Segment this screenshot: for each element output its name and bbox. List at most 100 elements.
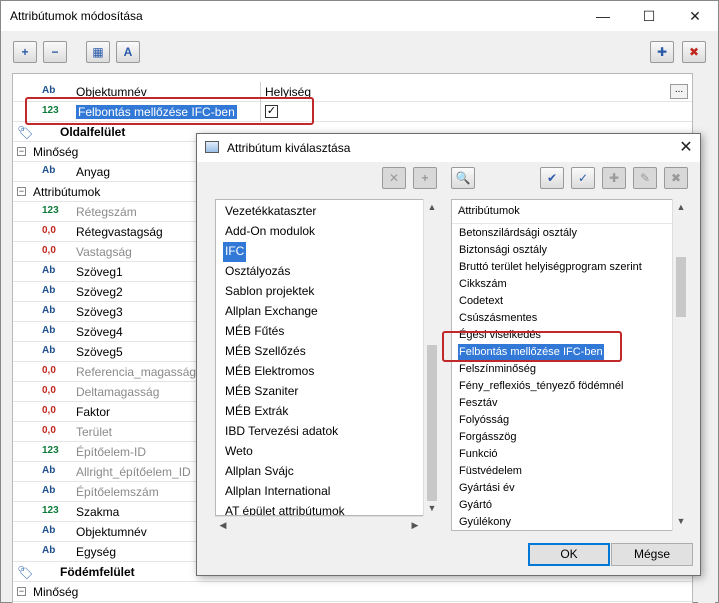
category-item[interactable]: MÉB Fűtés bbox=[223, 322, 286, 342]
group-quality-2[interactable]: − Minőség bbox=[13, 582, 692, 602]
attribute-choice-item[interactable]: Gyúlékony bbox=[458, 514, 512, 530]
scroll-up-icon[interactable]: ▲ bbox=[673, 199, 689, 215]
attribute-choice-item[interactable]: Füstvédelem bbox=[458, 463, 523, 480]
category-item[interactable]: MÉB Extrák bbox=[223, 402, 290, 422]
scroll-down-icon[interactable]: ▼ bbox=[424, 500, 440, 516]
section-label: Oldalfelület bbox=[60, 125, 126, 139]
attribute-name: Szöveg5 bbox=[76, 345, 123, 359]
attribute-name: Allright_építőelem_ID bbox=[76, 465, 191, 479]
add-icon[interactable]: + bbox=[413, 167, 437, 189]
category-item[interactable]: Sablon projektek bbox=[223, 282, 316, 302]
attribute-choice-item[interactable]: Codetext bbox=[458, 293, 504, 310]
attribute-select-dialog: Attribútum kiválasztása ✕ ✕ + 🔍 ✔ ✓ ✚ ✎ … bbox=[196, 133, 701, 576]
type-badge: Ab bbox=[42, 85, 56, 96]
category-item[interactable]: MÉB Elektromos bbox=[223, 362, 316, 382]
type-badge: 0,0 bbox=[42, 405, 56, 416]
category-item[interactable]: Allplan International bbox=[223, 482, 332, 502]
attribute-choice-item[interactable]: Forgásszög bbox=[458, 429, 517, 446]
group-label: Attribútumok bbox=[33, 185, 101, 199]
edit-favorite-icon[interactable]: ✎ bbox=[633, 167, 657, 189]
ok-button[interactable]: OK bbox=[528, 543, 610, 566]
attribute-choice-item[interactable]: Fény_reflexiós_tényező födémnél bbox=[458, 378, 624, 395]
attribute-text-icon[interactable]: A bbox=[116, 41, 140, 63]
category-item[interactable]: Vezetékkataszter bbox=[223, 202, 318, 222]
attribute-choice-item[interactable]: Betonszilárdsági osztály bbox=[458, 225, 578, 242]
sort-icon: ⌃ bbox=[458, 206, 468, 218]
scroll-up-icon[interactable]: ▲ bbox=[424, 199, 440, 215]
ellipsis-button[interactable]: ... bbox=[670, 84, 688, 99]
category-item[interactable]: AT épület attribútumok bbox=[223, 502, 347, 515]
remove-favorite-icon[interactable]: ✖ bbox=[664, 167, 688, 189]
type-badge: Ab bbox=[42, 305, 56, 316]
category-item[interactable]: MÉB Szaniter bbox=[223, 382, 300, 402]
attribute-choice-item[interactable]: Folyósság bbox=[458, 412, 510, 429]
attribute-choice-item[interactable]: Fesztáv bbox=[458, 395, 499, 412]
attribute-choice-item[interactable]: Biztonsági osztály bbox=[458, 242, 548, 259]
attribute-choice-item[interactable]: Bruttó terület helyiségprogram szerint bbox=[458, 259, 643, 276]
type-badge: Ab bbox=[42, 265, 56, 276]
add-favorite-icon[interactable]: ✚ bbox=[602, 167, 626, 189]
category-hscrollbar[interactable]: ◀ ▶ bbox=[215, 516, 423, 532]
type-badge: Ab bbox=[42, 485, 56, 496]
scroll-right-icon[interactable]: ▶ bbox=[407, 517, 423, 533]
attribute-choice-item[interactable]: Cikkszám bbox=[458, 276, 508, 293]
search-icon[interactable]: 🔍 bbox=[451, 167, 475, 189]
highlight-box bbox=[25, 97, 314, 125]
minimize-button[interactable]: — bbox=[580, 1, 626, 31]
category-item[interactable]: Allplan Exchange bbox=[223, 302, 320, 322]
attribute-scrollbar[interactable]: ▲ ▼ bbox=[672, 199, 689, 531]
attribute-choice-list[interactable]: Attribútumok ⌃ Betonszilárdsági osztály B… bbox=[451, 199, 689, 531]
check-icon[interactable]: ✓ bbox=[571, 167, 595, 189]
attribute-choice-item[interactable]: Csúszásmentes bbox=[458, 310, 538, 327]
type-badge: 123 bbox=[42, 205, 59, 216]
window-title: Attribútumok módosítása bbox=[10, 9, 143, 23]
attribute-name: Szöveg4 bbox=[76, 325, 123, 339]
attribute-icon[interactable]: ▦ bbox=[86, 41, 110, 63]
scroll-thumb[interactable] bbox=[676, 257, 686, 317]
category-scrollbar[interactable]: ▲ ▼ bbox=[423, 199, 439, 516]
category-item[interactable]: Allplan Svájc bbox=[223, 462, 296, 482]
window-icon bbox=[205, 141, 219, 153]
check-all-icon[interactable]: ✔ bbox=[540, 167, 564, 189]
remove-favorite-icon[interactable]: ✖ bbox=[682, 41, 706, 63]
category-item[interactable]: IBD Tervezési adatok bbox=[223, 422, 340, 442]
category-item[interactable]: MÉB Szellőzés bbox=[223, 342, 308, 362]
collapse-icon[interactable]: − bbox=[43, 41, 67, 63]
attribute-name: Deltamagasság bbox=[76, 385, 160, 399]
category-item[interactable]: Weto bbox=[223, 442, 255, 462]
scroll-thumb[interactable] bbox=[427, 345, 437, 501]
main-toolbar: + − ▦ A ✚ ✖ bbox=[1, 31, 718, 71]
maximize-button[interactable]: ☐ bbox=[626, 1, 672, 31]
attribute-choice-item[interactable]: Funkció bbox=[458, 446, 499, 463]
cancel-button[interactable]: Mégse bbox=[611, 543, 693, 566]
group-label: Minőség bbox=[33, 145, 79, 159]
delete-icon[interactable]: ✕ bbox=[382, 167, 406, 189]
section-label: Födémfelület bbox=[60, 565, 135, 579]
scroll-left-icon[interactable]: ◀ bbox=[215, 517, 231, 533]
category-item[interactable]: Add-On modulok bbox=[223, 222, 317, 242]
attribute-name: Referencia_magasság bbox=[76, 365, 197, 379]
attribute-name: Egység bbox=[76, 545, 117, 559]
dialog-close-button[interactable]: ✕ bbox=[675, 137, 697, 159]
type-badge: 0,0 bbox=[42, 385, 56, 396]
collapse-icon[interactable]: − bbox=[17, 187, 26, 196]
collapse-icon[interactable]: − bbox=[17, 147, 26, 156]
attribute-choice-item[interactable]: Felszínminőség bbox=[458, 361, 537, 378]
attribute-choice-item[interactable]: Gyártási év bbox=[458, 480, 516, 497]
collapse-icon[interactable]: − bbox=[17, 587, 26, 596]
type-badge: Ab bbox=[42, 545, 56, 556]
attribute-name: Faktor bbox=[76, 405, 111, 419]
category-item[interactable]: IFC bbox=[223, 242, 247, 262]
category-item[interactable]: Osztályozás bbox=[223, 262, 292, 282]
expand-icon[interactable]: + bbox=[13, 41, 37, 63]
list-header[interactable]: Attribútumok ⌃ bbox=[452, 200, 672, 224]
close-button[interactable]: ✕ bbox=[672, 1, 718, 31]
attribute-choice-item[interactable]: Gyártó bbox=[458, 497, 493, 514]
category-list[interactable]: Vezetékkataszter Add-On modulok IFC Osztály… bbox=[215, 199, 439, 516]
attribute-name: Terület bbox=[76, 425, 113, 439]
title-bar: Attribútumok módosítása — ☐ ✕ bbox=[1, 1, 718, 31]
scroll-down-icon[interactable]: ▼ bbox=[673, 513, 689, 529]
add-favorite-icon[interactable]: ✚ bbox=[650, 41, 674, 63]
attribute-name: Anyag bbox=[76, 165, 111, 179]
type-badge: Ab bbox=[42, 345, 56, 356]
